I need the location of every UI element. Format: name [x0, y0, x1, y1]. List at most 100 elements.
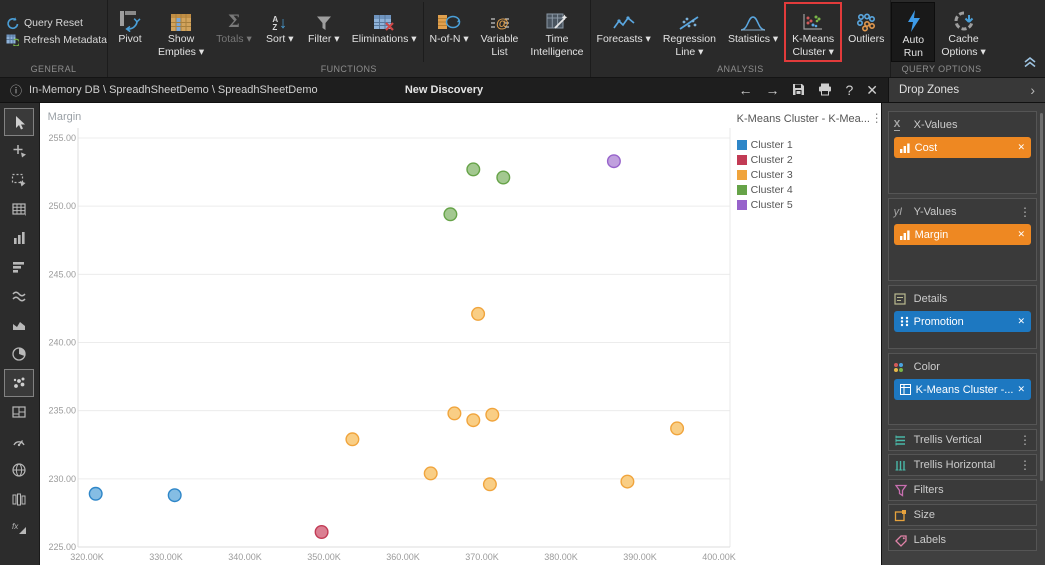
legend-item[interactable]: Cluster 3 — [737, 167, 883, 182]
measure-bars-icon — [900, 143, 910, 153]
legend-swatch — [737, 200, 747, 210]
line-chart-tool[interactable] — [4, 282, 34, 310]
menu-dots-icon[interactable]: ⋮ — [1019, 460, 1031, 470]
grid-visual-tool[interactable] — [4, 195, 34, 223]
query-reset-button[interactable]: Query Reset — [6, 17, 107, 30]
panel-scrollbar[interactable] — [1040, 113, 1043, 481]
save-icon[interactable] — [792, 83, 805, 98]
time-intelligence-button[interactable]: TimeIntelligence — [524, 2, 589, 62]
scatter-point[interactable] — [467, 414, 480, 427]
dropzone-trellis-vertical[interactable]: Trellis Vertical ⋮ — [888, 429, 1037, 451]
y-axis-title: Margin — [48, 111, 82, 123]
dropzone-y-values[interactable]: yΙ Y-Values ⋮ Margin ✕ — [888, 198, 1037, 281]
help-icon[interactable]: ? — [845, 83, 853, 97]
slicer-tool[interactable] — [4, 485, 34, 513]
dropzone-labels[interactable]: Labels — [888, 529, 1037, 551]
lasso-select-tool[interactable] — [4, 166, 34, 194]
forward-icon[interactable]: → — [765, 83, 779, 97]
scatter-point[interactable] — [467, 163, 480, 176]
svg-text:360.00K: 360.00K — [386, 552, 420, 562]
menu-dots-icon[interactable]: ⋮ — [1019, 435, 1031, 445]
legend-label: Cluster 5 — [751, 199, 793, 211]
trellis-horizontal-icon — [894, 459, 914, 472]
svg-text:@: @ — [496, 16, 509, 31]
dropzone-details[interactable]: Details Promotion ✕ — [888, 285, 1037, 349]
chip-remove-icon[interactable]: ✕ — [1013, 142, 1025, 153]
pie-chart-tool[interactable] — [4, 340, 34, 368]
filter-button[interactable]: Filter ▾ — [302, 2, 346, 62]
column-chart-tool[interactable] — [4, 224, 34, 252]
treemap-tool[interactable] — [4, 398, 34, 426]
scatter-point[interactable] — [670, 422, 683, 435]
eliminations-button[interactable]: Eliminations ▾ — [346, 2, 423, 62]
scatter-point[interactable] — [486, 408, 499, 421]
bar-chart-tool[interactable] — [4, 253, 34, 281]
dropzone-x-values[interactable]: X X-Values Cost ✕ — [888, 111, 1037, 194]
gauge-tool[interactable] — [4, 427, 34, 455]
chip-remove-icon[interactable]: ✕ — [1013, 316, 1025, 327]
drop-zones-header[interactable]: Drop Zones › — [888, 78, 1045, 102]
ribbon-collapse-button[interactable] — [1023, 55, 1037, 73]
forecasts-button[interactable]: Forecasts ▾ — [591, 2, 657, 62]
chip-promotion[interactable]: Promotion ✕ — [894, 311, 1031, 332]
scatter-point[interactable] — [89, 488, 102, 501]
auto-run-button[interactable]: AutoRun — [891, 2, 935, 62]
custom-visual-tool[interactable]: fx — [4, 514, 34, 542]
legend-item[interactable]: Cluster 4 — [737, 182, 883, 197]
regression-line-button[interactable]: RegressionLine ▾ — [657, 2, 722, 62]
legend-swatch — [737, 140, 747, 150]
dropzone-filters[interactable]: Filters — [888, 479, 1037, 501]
filter-funnel-icon — [315, 4, 333, 32]
chip-k-means-cluster[interactable]: K-Means Cluster -... ✕ — [894, 379, 1031, 400]
dropzone-trellis-horizontal[interactable]: Trellis Horizontal ⋮ — [888, 454, 1037, 476]
legend-item[interactable]: Cluster 5 — [737, 197, 883, 212]
show-empties-button[interactable]: ShowEmpties ▾ — [152, 2, 210, 62]
select-pointer-tool[interactable] — [4, 108, 34, 136]
n-of-n-button[interactable]: N-of-N ▾ — [424, 2, 475, 62]
sort-button[interactable]: AZ↓ Sort ▾ — [258, 2, 302, 62]
refresh-metadata-icon — [6, 34, 19, 46]
scatter-point[interactable] — [168, 489, 181, 502]
labels-tag-icon — [894, 534, 914, 547]
dropzone-size[interactable]: Size — [888, 504, 1037, 526]
variable-list-button[interactable]: @ VariableList — [475, 2, 525, 62]
scatter-point[interactable] — [315, 526, 328, 539]
info-icon[interactable]: ⓘ — [10, 82, 22, 99]
scatter-point[interactable] — [607, 155, 620, 168]
scatter-point[interactable] — [621, 475, 634, 488]
map-tool[interactable] — [4, 456, 34, 484]
measure-bars-icon — [900, 230, 910, 240]
dropzone-color[interactable]: Color K-Means Cluster -... ✕ — [888, 353, 1037, 425]
scatter-point[interactable] — [444, 208, 457, 221]
area-chart-tool[interactable] — [4, 311, 34, 339]
ribbon-group-analysis: Forecasts ▾ RegressionLine ▾ Statistics … — [591, 0, 891, 77]
legend-item[interactable]: Cluster 1 — [737, 137, 883, 152]
menu-dots-icon[interactable]: ⋮ — [1019, 207, 1031, 217]
legend-item[interactable]: Cluster 2 — [737, 152, 883, 167]
cache-options-button[interactable]: CacheOptions ▾ — [935, 2, 991, 62]
refresh-metadata-button[interactable]: Refresh Metadata — [6, 34, 107, 46]
chip-remove-icon[interactable]: ✕ — [1013, 229, 1025, 240]
scatter-point[interactable] — [346, 433, 359, 446]
chip-cost[interactable]: Cost ✕ — [894, 137, 1031, 158]
chip-margin[interactable]: Margin ✕ — [894, 224, 1031, 245]
dropzone-title: Color — [914, 361, 940, 373]
scatter-point[interactable] — [483, 478, 496, 491]
scatter-point[interactable] — [424, 467, 437, 480]
statistics-button[interactable]: Statistics ▾ — [722, 2, 784, 62]
scatter-point[interactable] — [448, 407, 461, 420]
k-means-cluster-button[interactable]: K-MeansCluster ▾ — [784, 2, 842, 62]
scatter-chart-tool[interactable] — [4, 369, 34, 397]
scatter-point[interactable] — [497, 171, 510, 184]
scatter-point[interactable] — [471, 308, 484, 321]
color-icon — [894, 363, 914, 372]
back-icon[interactable]: ← — [738, 83, 752, 97]
outliers-button[interactable]: Outliers — [842, 2, 890, 62]
chevron-right-icon[interactable]: › — [1030, 82, 1035, 98]
print-icon[interactable] — [818, 83, 832, 98]
point-select-tool[interactable] — [4, 137, 34, 165]
chip-remove-icon[interactable]: ✕ — [1013, 384, 1025, 395]
pivot-button[interactable]: Pivot — [108, 2, 152, 62]
close-icon[interactable]: ✕ — [866, 83, 878, 97]
chart-canvas[interactable]: 255.00250.00245.00240.00235.00230.00225.… — [40, 103, 881, 565]
